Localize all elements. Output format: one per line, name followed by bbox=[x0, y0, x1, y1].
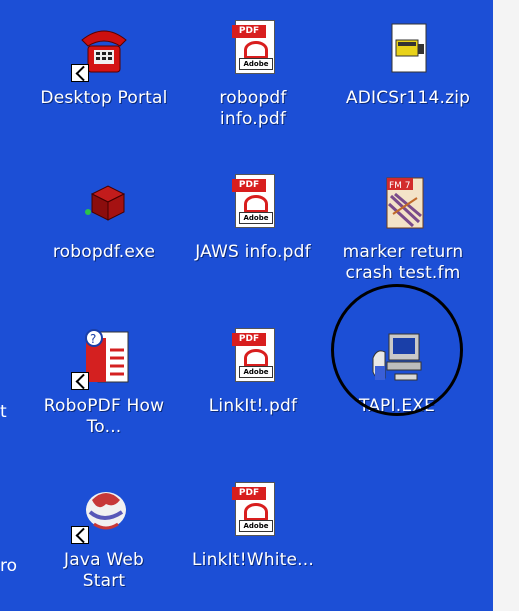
help-document-icon: ? bbox=[71, 328, 134, 390]
pdf-file-icon: PDF Adobe bbox=[223, 328, 283, 388]
desktop-icon-robopdf-how-to[interactable]: ? RoboPDF How To... bbox=[29, 328, 179, 438]
shortcut-arrow-icon bbox=[71, 526, 89, 544]
icon-label: LinkIt!.pdf bbox=[208, 396, 298, 416]
icon-label: robopdf.exe bbox=[52, 242, 156, 262]
icon-label: LinkIt!White... bbox=[192, 550, 314, 570]
telephone-icon bbox=[71, 20, 134, 82]
image-border bbox=[493, 0, 519, 611]
desktop-icon-desktop-portal[interactable]: Desktop Portal bbox=[29, 20, 179, 109]
icon-label: JAWS info.pdf bbox=[195, 242, 311, 262]
shortcut-arrow-icon bbox=[71, 372, 89, 390]
pdf-file-icon: PDF Adobe bbox=[223, 174, 283, 234]
desktop-icon-java-web-start[interactable]: Java Web Start bbox=[29, 482, 179, 592]
icon-label: Java Web Start bbox=[64, 550, 144, 591]
icon-label: Desktop Portal bbox=[40, 88, 168, 108]
shortcut-arrow-icon bbox=[71, 64, 89, 82]
desktop-icon-robopdf-exe[interactable]: robopdf.exe bbox=[29, 174, 179, 263]
desktop-icon-linkit-pdf[interactable]: PDF Adobe LinkIt!.pdf bbox=[178, 328, 328, 417]
svg-text:FM 7: FM 7 bbox=[389, 181, 411, 191]
pdf-file-icon: PDF Adobe bbox=[223, 482, 283, 542]
java-icon bbox=[71, 482, 134, 544]
framemaker-file-icon: FM 7 bbox=[373, 174, 433, 234]
partial-icon-label: ro bbox=[0, 556, 18, 576]
desktop-icon-linkit-white[interactable]: PDF Adobe LinkIt!White... bbox=[178, 482, 328, 571]
desktop-icon-marker-return-crash-test-fm[interactable]: FM 7 marker return crash test.fm bbox=[328, 174, 478, 284]
icon-label: ADICSr114.zip bbox=[345, 88, 471, 108]
desktop-background: t ro Desktop Portal PDF Adobe robopdf inf… bbox=[0, 0, 519, 611]
zip-archive-icon bbox=[378, 20, 438, 80]
icon-label: robopdf info.pdf bbox=[219, 88, 287, 129]
highlight-circle bbox=[331, 284, 463, 416]
desktop-icon-jaws-info-pdf[interactable]: PDF Adobe JAWS info.pdf bbox=[178, 174, 328, 263]
icon-label: RoboPDF How To... bbox=[43, 396, 165, 437]
pdf-file-icon: PDF Adobe bbox=[223, 20, 283, 80]
desktop-icon-robopdf-info-pdf[interactable]: PDF Adobe robopdf info.pdf bbox=[178, 20, 328, 130]
desktop-icon-adicsr114-zip[interactable]: ADICSr114.zip bbox=[333, 20, 483, 109]
icon-label: marker return crash test.fm bbox=[342, 242, 464, 283]
svg-text:?: ? bbox=[90, 332, 96, 346]
partial-icon-label: t bbox=[0, 402, 7, 422]
installer-box-icon bbox=[74, 174, 134, 234]
